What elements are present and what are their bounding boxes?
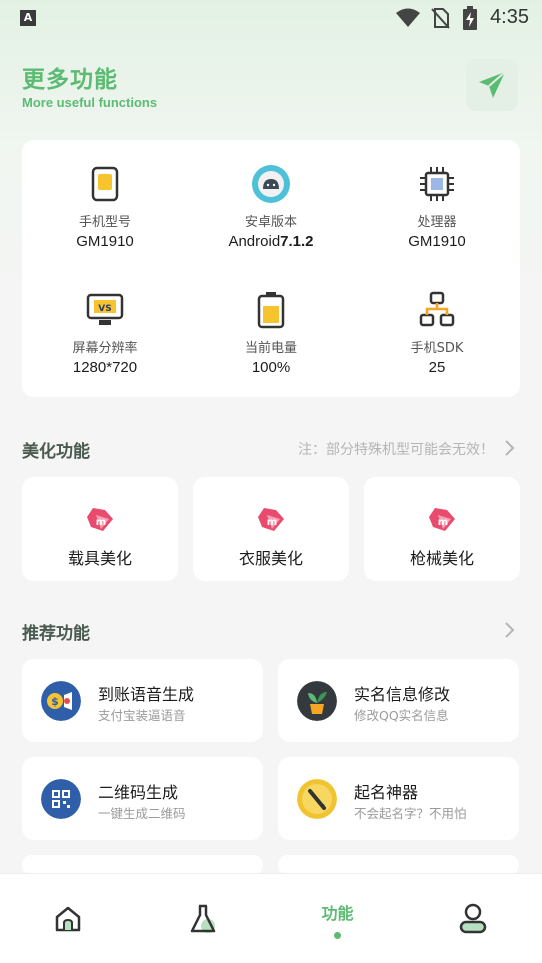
nav-functions-label: 功能 (321, 903, 354, 923)
rec-subtitle: 不会起名字？不用怕 (354, 806, 467, 821)
no-sim-icon (431, 8, 450, 29)
rec-realname-modify[interactable]: 实名信息修改 修改QQ实名信息 (278, 659, 519, 742)
device-info-card: 手机型号 GM1910 安卓版本 Android7.1.2 处理器 GM1910… (22, 140, 520, 397)
info-value: 1280*720 (72, 359, 138, 376)
svg-text:$: $ (51, 695, 59, 708)
monitor-icon: VS (85, 290, 125, 330)
rec-qrcode-generate[interactable]: 二维码生成 一键生成二维码 (22, 757, 263, 840)
info-label: 当前电量 (244, 341, 297, 356)
user-icon (459, 903, 486, 934)
gem-icon: m (87, 508, 113, 531)
battery-icon (251, 290, 291, 330)
chevron-right-icon[interactable] (504, 621, 516, 639)
home-icon (55, 906, 80, 932)
info-resolution: VS 屏幕分辨率 1280*720 (22, 290, 188, 376)
nav-functions[interactable]: 功能 (270, 874, 405, 963)
rec-title: 起名神器 (354, 783, 419, 802)
info-label: 手机型号 (78, 215, 131, 230)
svg-text:m: m (438, 517, 448, 528)
nav-lab[interactable] (135, 874, 270, 963)
payment-voice-icon: $ (41, 681, 81, 721)
status-bar: A 4:35 (0, 0, 542, 36)
send-icon (479, 71, 506, 98)
network-icon (417, 290, 457, 330)
beauty-section-note: 注：部分特殊机型可能会无效！ (298, 442, 494, 458)
info-label: 安卓版本 (244, 215, 297, 230)
info-value: GM1910 (408, 233, 466, 250)
flask-icon (190, 904, 215, 933)
page-title: 更多功能 (22, 67, 118, 93)
chevron-right-icon[interactable] (504, 439, 516, 457)
rec-name-generator[interactable]: 起名神器 不会起名字？不用怕 (278, 757, 519, 840)
nav-profile[interactable] (405, 874, 540, 963)
beauty-vehicle-button[interactable]: m 载具美化 (22, 477, 178, 581)
cpu-icon (417, 164, 457, 204)
info-label: 处理器 (417, 215, 457, 230)
svg-text:m: m (267, 517, 277, 528)
rec-card-partial[interactable] (278, 855, 519, 875)
info-phone-model: 手机型号 GM1910 (22, 164, 188, 250)
rec-title: 实名信息修改 (354, 685, 451, 704)
beauty-section-title: 美化功能 (22, 442, 90, 462)
beauty-item-label: 枪械美化 (409, 549, 474, 568)
beauty-item-label: 载具美化 (67, 549, 132, 568)
rec-subtitle: 支付宝装逼语音 (98, 708, 186, 723)
info-label: 手机SDK (410, 341, 464, 356)
phone-icon (85, 164, 125, 204)
page-subtitle: More useful functions (22, 95, 158, 110)
beauty-clothing-button[interactable]: m 衣服美化 (193, 477, 349, 581)
plant-icon (297, 681, 337, 721)
rec-title: 二维码生成 (98, 783, 179, 802)
status-time: 4:35 (490, 6, 529, 28)
info-value: GM1910 (76, 233, 134, 250)
info-value: Android7.1.2 (228, 233, 314, 250)
rec-subtitle: 修改QQ实名信息 (354, 708, 449, 723)
svg-text:m: m (96, 517, 106, 528)
nav-home[interactable] (0, 874, 135, 963)
wifi-icon (396, 8, 420, 27)
send-button[interactable] (466, 59, 518, 111)
info-value: 100% (251, 359, 291, 376)
beauty-weapon-button[interactable]: m 枪械美化 (364, 477, 520, 581)
nav-active-indicator (334, 931, 341, 939)
recommend-section-title: 推荐功能 (22, 624, 90, 644)
qrcode-icon (41, 779, 81, 819)
rec-payment-voice[interactable]: $ 到账语音生成 支付宝装逼语音 (22, 659, 263, 742)
gem-icon: m (258, 508, 284, 531)
info-processor: 处理器 GM1910 (354, 164, 520, 250)
info-value: 25 (428, 359, 446, 376)
beauty-item-label: 衣服美化 (238, 549, 303, 568)
bottom-navigation: 功能 (0, 873, 542, 963)
battery-charging-icon (463, 6, 477, 30)
rec-subtitle: 一键生成二维码 (98, 806, 186, 821)
rec-card-partial[interactable] (22, 855, 263, 875)
info-battery: 当前电量 100% (188, 290, 354, 376)
pen-icon (297, 779, 337, 819)
rec-title: 到账语音生成 (98, 685, 195, 704)
svg-text:VS: VS (98, 304, 111, 314)
info-label: 屏幕分辨率 (72, 341, 138, 356)
android-icon (251, 164, 291, 204)
gem-icon: m (429, 508, 455, 531)
app-notification-icon: A (20, 10, 36, 26)
info-sdk: 手机SDK 25 (354, 290, 520, 376)
info-android-version: 安卓版本 Android7.1.2 (188, 164, 354, 250)
